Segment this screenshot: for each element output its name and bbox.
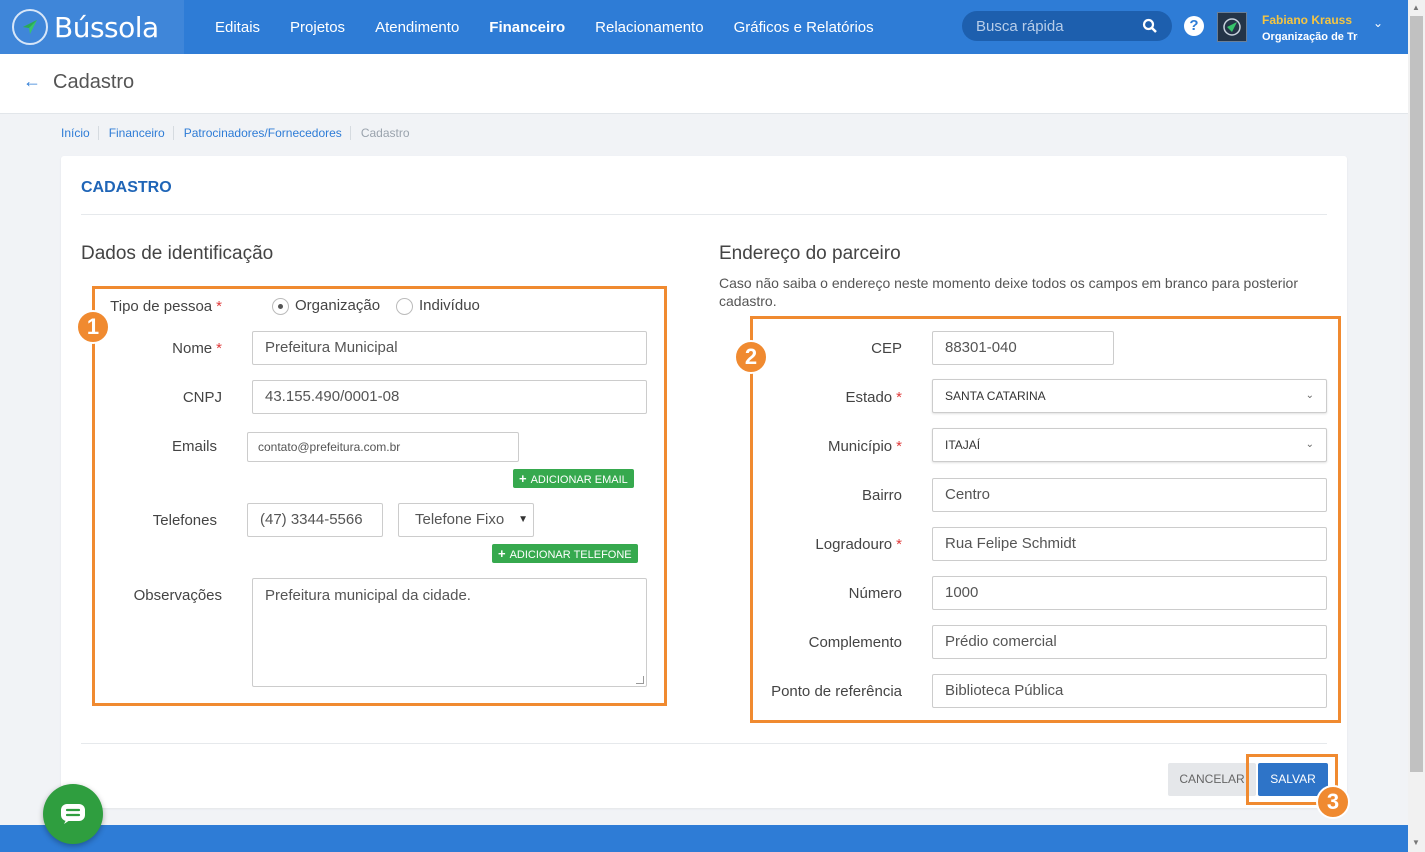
logradouro-label: Logradouro * — [815, 536, 902, 553]
chevron-down-icon: ⌄ — [1305, 439, 1314, 450]
chat-button[interactable] — [43, 784, 103, 844]
ponto-referencia-label: Ponto de referência — [771, 683, 902, 700]
radio-individuo-label[interactable]: Indivíduo — [419, 297, 480, 314]
breadcrumb: Início Financeiro Patrocinadores/Fornece… — [61, 126, 428, 140]
numero-field[interactable]: 1000 — [932, 576, 1327, 610]
arrow-left-icon[interactable]: ← — [23, 71, 41, 92]
observacoes-label: Observações — [133, 587, 222, 604]
bairro-label: Bairro — [861, 487, 902, 504]
nav-item-editais[interactable]: Editais — [200, 19, 275, 36]
page-title: Cadastro — [53, 71, 135, 93]
breadcrumb-patrocinadores[interactable]: Patrocinadores/Fornecedores — [184, 126, 351, 140]
scrollbar-thumb[interactable] — [1410, 16, 1423, 772]
estado-select[interactable]: SANTA CATARINA ⌄ — [932, 379, 1327, 413]
search-placeholder: Busca rápida — [976, 17, 1064, 35]
cep-field[interactable]: 88301-040 — [932, 331, 1114, 365]
ponto-referencia-field[interactable]: Biblioteca Pública — [932, 674, 1327, 708]
cancel-button[interactable]: CANCELAR — [1168, 763, 1256, 796]
search-input[interactable]: Busca rápida — [962, 11, 1172, 41]
radio-individuo[interactable] — [396, 298, 413, 315]
breadcrumb-inicio[interactable]: Início — [61, 126, 99, 140]
logradouro-field[interactable]: Rua Felipe Schmidt — [932, 527, 1327, 561]
nome-label: Nome * — [172, 340, 222, 357]
plus-icon: + — [519, 471, 527, 486]
footer-bar — [0, 825, 1408, 852]
nav-item-financeiro[interactable]: Financeiro — [474, 19, 580, 36]
cnpj-field[interactable]: 43.155.490/0001-08 — [252, 380, 647, 414]
app-logo[interactable]: Bússola — [0, 0, 184, 54]
divider — [81, 743, 1327, 744]
bairro-field[interactable]: Centro — [932, 478, 1327, 512]
search-icon[interactable] — [1142, 18, 1158, 34]
avatar[interactable] — [1217, 12, 1247, 42]
radio-organizacao[interactable] — [272, 298, 289, 315]
nav-item-projetos[interactable]: Projetos — [275, 19, 360, 36]
add-telefone-button[interactable]: + ADICIONAR TELEFONE — [492, 544, 638, 563]
chevron-down-icon[interactable]: ⌄ — [1373, 16, 1383, 30]
step-badge-3: 3 — [1316, 785, 1350, 819]
nav-item-atendimento[interactable]: Atendimento — [360, 19, 474, 36]
highlight-box-2 — [750, 316, 1341, 723]
nav-item-graficos[interactable]: Gráficos e Relatórios — [719, 19, 889, 36]
cep-label: CEP — [871, 340, 902, 357]
estado-label: Estado * — [845, 389, 902, 406]
user-name[interactable]: Fabiano Krauss — [1262, 13, 1352, 27]
breadcrumb-cadastro: Cadastro — [360, 126, 410, 140]
telefone-tipo-select[interactable]: Telefone Fixo ▼ — [398, 503, 534, 537]
cnpj-label: CNPJ — [182, 389, 222, 406]
breadcrumb-financeiro[interactable]: Financeiro — [109, 126, 174, 140]
card-title: CADASTRO — [81, 179, 172, 196]
chat-icon — [61, 804, 85, 824]
section-title-identificacao: Dados de identificação — [81, 243, 274, 264]
help-icon[interactable]: ? — [1184, 16, 1204, 36]
telefone-field[interactable]: (47) 3344-5566 — [247, 503, 383, 537]
scroll-up-arrow-icon[interactable]: ▲ — [1412, 3, 1420, 12]
section-title-endereco: Endereço do parceiro — [719, 243, 901, 264]
municipio-select[interactable]: ITAJAÍ ⌄ — [932, 428, 1327, 462]
email-field[interactable]: contato@prefeitura.com.br — [247, 432, 519, 462]
user-organization[interactable]: Organização de Tre — [1262, 31, 1358, 43]
numero-label: Número — [848, 585, 902, 602]
add-email-button[interactable]: + ADICIONAR EMAIL — [513, 469, 634, 488]
compass-icon — [12, 9, 48, 45]
nav-item-relacionamento[interactable]: Relacionamento — [580, 19, 718, 36]
app-name: Bússola — [54, 10, 159, 44]
scroll-down-arrow-icon[interactable]: ▼ — [1412, 838, 1420, 847]
complemento-field[interactable]: Prédio comercial — [932, 625, 1327, 659]
emails-label: Emails — [171, 438, 217, 455]
plus-icon: + — [498, 546, 506, 561]
tipo-pessoa-label: Tipo de pessoa * — [110, 298, 222, 315]
top-navbar: Bússola Editais Projetos Atendimento Fin… — [0, 0, 1408, 54]
chevron-down-icon: ⌄ — [1305, 390, 1314, 401]
page-header: ← Cadastro — [0, 54, 1408, 114]
main-nav: Editais Projetos Atendimento Financeiro … — [200, 0, 889, 54]
nome-field[interactable]: Prefeitura Municipal — [252, 331, 647, 365]
telefones-label: Telefones — [152, 512, 217, 529]
divider — [81, 214, 1327, 215]
caret-down-icon: ▼ — [518, 514, 528, 525]
radio-organizacao-label[interactable]: Organização — [295, 297, 380, 314]
observacoes-textarea[interactable]: Prefeitura municipal da cidade. — [252, 578, 647, 687]
step-badge-1: 1 — [76, 310, 110, 344]
municipio-label: Município * — [827, 438, 902, 455]
section-description: Caso não saiba o endereço neste momento … — [719, 275, 1299, 309]
resize-handle[interactable] — [636, 676, 644, 684]
complemento-label: Complemento — [808, 634, 902, 651]
